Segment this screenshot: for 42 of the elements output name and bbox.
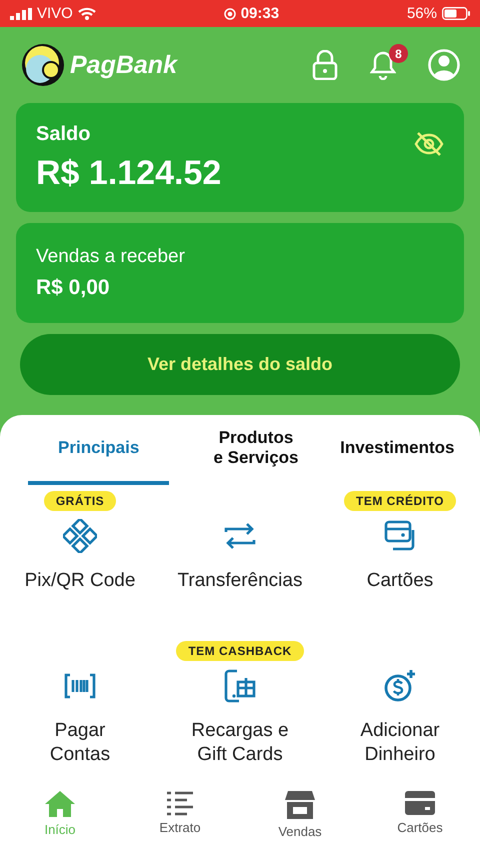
balance-label: Saldo xyxy=(36,122,92,146)
promo-badge: GRÁTIS xyxy=(44,491,116,511)
tab[interactable]: Produtos e Serviços xyxy=(185,415,327,485)
tab[interactable]: Investimentos xyxy=(326,415,468,485)
profile-icon[interactable] xyxy=(428,49,460,81)
add-money-icon[interactable] xyxy=(383,669,417,703)
signal-icon xyxy=(10,8,32,20)
notification-icon[interactable] xyxy=(370,50,396,80)
brand-name: PagBank xyxy=(70,50,177,80)
action-label[interactable]: Adicionar Dinheiro xyxy=(360,719,440,767)
tab[interactable]: Principais xyxy=(28,415,170,485)
promo-badge: TEM CRÉDITO xyxy=(344,491,456,511)
pix-icon[interactable] xyxy=(63,519,97,553)
phone-gift-icon[interactable] xyxy=(223,669,257,703)
nav-item[interactable]: Cartões xyxy=(360,790,480,854)
notification-badge: 8 xyxy=(389,44,408,63)
balance-amount: R$ 1.124.52 xyxy=(36,154,222,192)
action-label[interactable]: Transferências xyxy=(178,569,302,593)
action-label[interactable]: Pagar Contas xyxy=(50,719,110,767)
carrier-name: VIVO xyxy=(37,5,73,22)
card-icon xyxy=(404,790,436,816)
nav-item[interactable]: Extrato xyxy=(120,790,240,854)
action-label[interactable]: Recargas e Gift Cards xyxy=(191,719,289,767)
receivables-label: Vendas a receber xyxy=(36,246,185,268)
battery-percent: 56% xyxy=(406,5,437,22)
clock-time: 09:33 xyxy=(240,5,280,22)
eye-slash-icon[interactable] xyxy=(414,131,444,157)
nav-item[interactable]: Vendas xyxy=(240,790,360,854)
battery-icon xyxy=(442,7,470,20)
action-label[interactable]: Cartões xyxy=(366,569,434,593)
home-icon xyxy=(44,790,76,818)
promo-badge: TEM CASHBACK xyxy=(176,641,304,661)
wifi-icon xyxy=(78,7,96,20)
details-button[interactable]: Ver detalhes do saldo xyxy=(20,334,460,395)
store-icon xyxy=(284,790,316,820)
list-icon xyxy=(166,790,194,816)
location-icon xyxy=(224,8,236,20)
receivables-amount: R$ 0,00 xyxy=(36,276,111,300)
lock-icon[interactable] xyxy=(312,50,338,80)
action-label[interactable]: Pix/QR Code xyxy=(24,569,136,593)
logo-icon xyxy=(20,42,66,88)
cards-icon[interactable] xyxy=(383,519,417,553)
